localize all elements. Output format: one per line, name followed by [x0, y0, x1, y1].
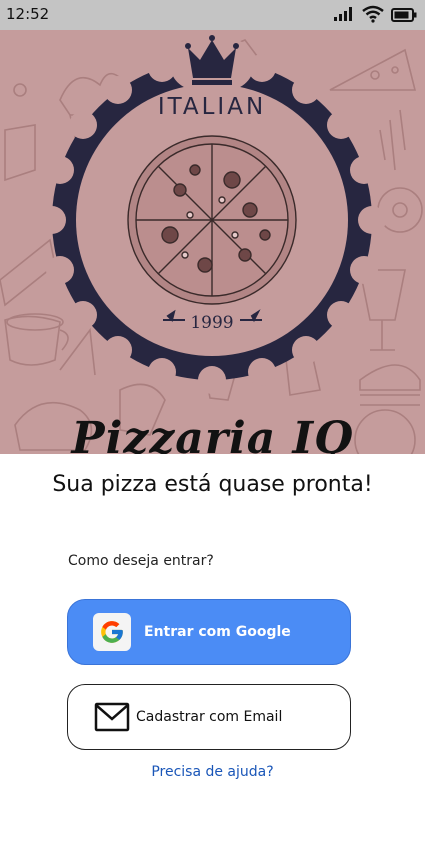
google-login-button[interactable]: Entrar com Google	[67, 599, 351, 665]
email-signup-label: Cadastrar com Email	[136, 709, 283, 725]
signal-icon	[333, 6, 355, 26]
pizzeria-badge-logo: ITALIAN 1999	[38, 35, 386, 394]
page-headline: Sua pizza está quase pronta!	[52, 472, 373, 497]
status-bar: 12:52	[0, 0, 425, 30]
google-icon	[93, 613, 131, 651]
brand-title: Pizzaria IQ	[71, 413, 354, 454]
help-link[interactable]: Precisa de ajuda?	[0, 764, 425, 780]
status-time: 12:52	[6, 5, 50, 23]
badge-year: 1999	[190, 313, 233, 333]
wifi-icon	[361, 5, 385, 27]
hero-banner: ITALIAN 1999 Pizzaria IQ	[0, 30, 425, 454]
status-icons	[333, 5, 417, 27]
battery-icon	[391, 7, 417, 26]
mail-icon	[94, 702, 130, 732]
google-login-label: Entrar com Google	[144, 624, 291, 640]
login-prompt: Como deseja entrar?	[68, 553, 214, 569]
badge-top-text: ITALIAN	[158, 94, 266, 120]
email-signup-button[interactable]: Cadastrar com Email	[67, 684, 351, 750]
pizza-icon	[127, 135, 297, 305]
